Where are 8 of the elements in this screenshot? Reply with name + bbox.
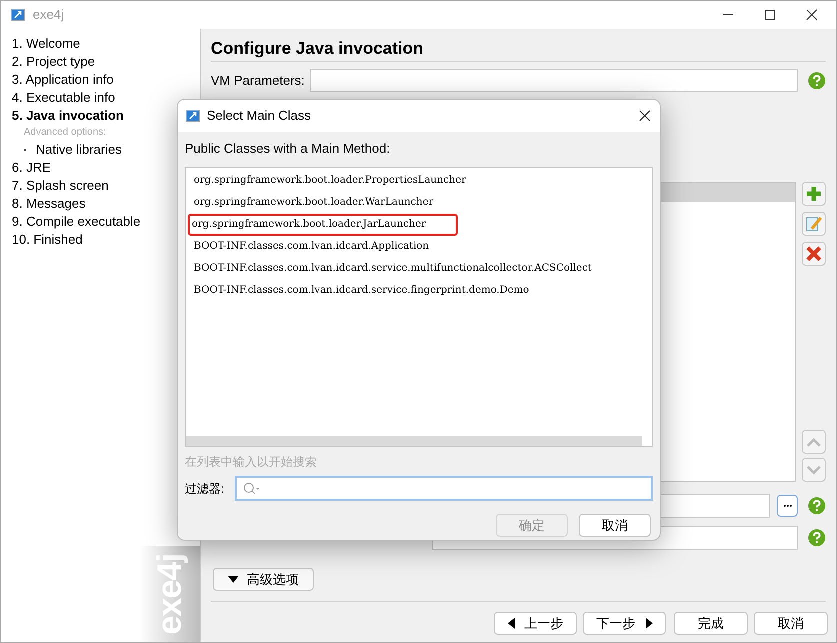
page-title: Configure Java invocation	[211, 29, 826, 62]
dialog-title: Select Main Class	[207, 107, 312, 126]
sidebar-subheading: Advanced options:	[23, 126, 108, 140]
field-label: VM Parameters:	[211, 72, 306, 90]
window-title: exe4j	[33, 6, 64, 24]
list-label: Public Classes with a Main Method:	[185, 140, 392, 157]
search-hint: 在列表中输入以开始搜索	[185, 454, 318, 471]
filter-label: 过滤器:	[185, 480, 226, 498]
